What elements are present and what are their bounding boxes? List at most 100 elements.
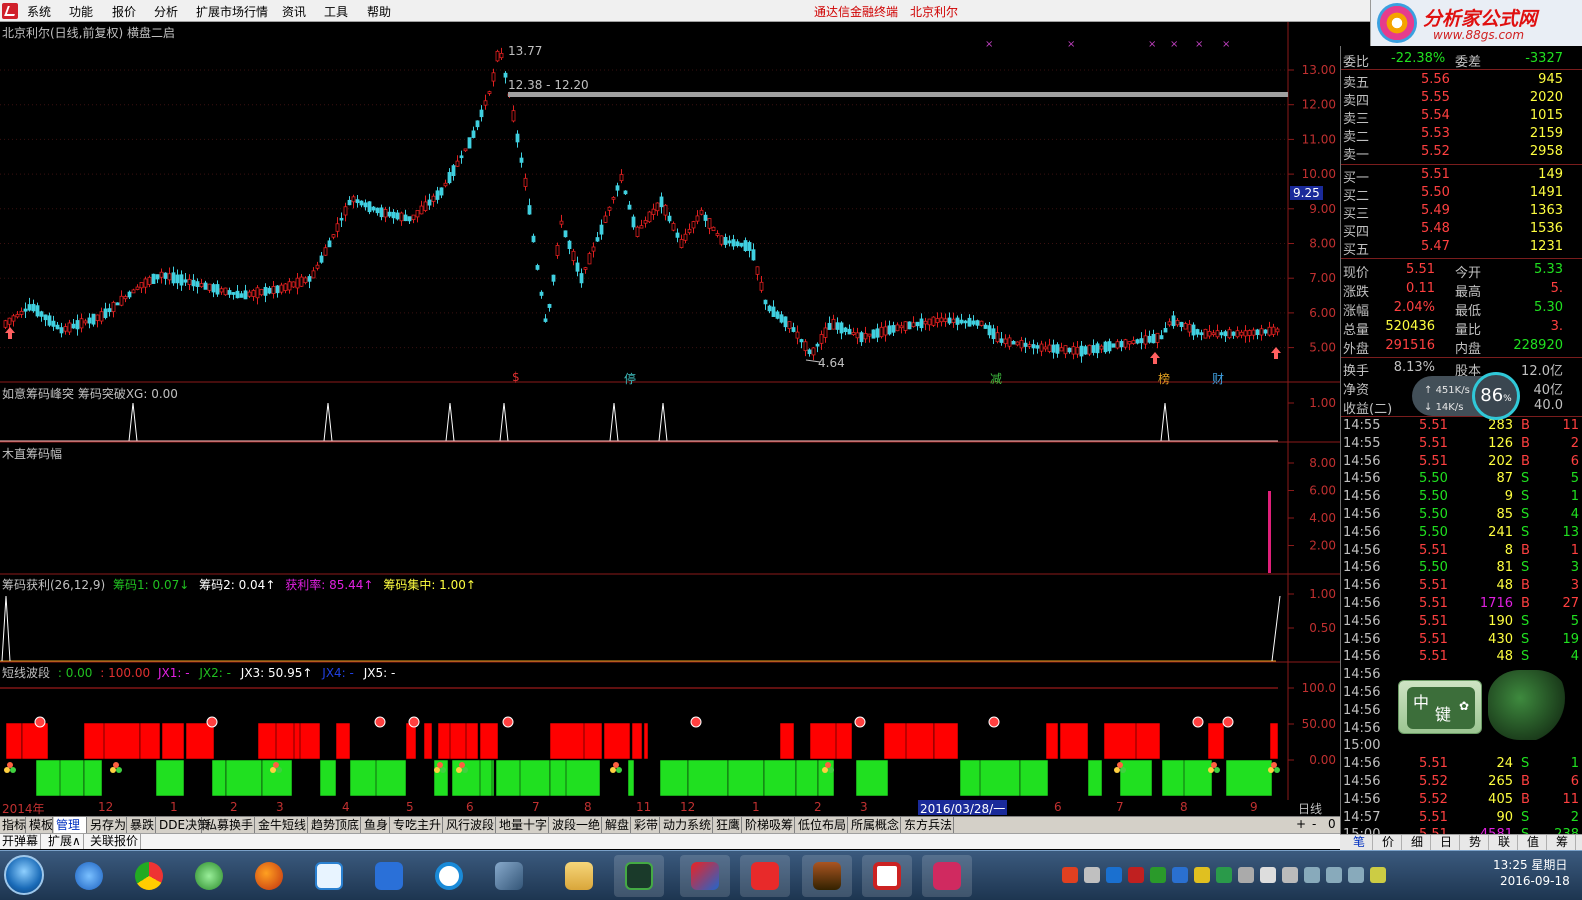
chrome-icon[interactable] — [124, 855, 174, 897]
menu-system[interactable]: 系统 — [27, 3, 51, 20]
panel5-item: : 0.00 — [57, 666, 93, 680]
tab-indicator[interactable]: 彩带 — [632, 817, 660, 833]
image-app-icon[interactable] — [802, 855, 852, 897]
quote-panel-tab[interactable]: 联 — [1491, 835, 1518, 850]
tab-indicator[interactable]: 动力系统 — [661, 817, 713, 833]
tray-app-icon[interactable] — [1194, 867, 1210, 883]
tray-display-icon[interactable] — [1304, 867, 1320, 883]
sogou-icon[interactable] — [1062, 867, 1078, 883]
q-app-icon[interactable] — [424, 855, 474, 897]
pen-app-icon[interactable] — [364, 855, 414, 897]
tray-flag-icon[interactable] — [1282, 867, 1298, 883]
tray-app-icon[interactable] — [1216, 867, 1232, 883]
candle-body — [247, 291, 252, 297]
tab-indicator[interactable]: 狂鹰 — [714, 817, 742, 833]
ie-icon[interactable] — [64, 855, 114, 897]
tab-related-quote[interactable]: 关联报价 — [88, 834, 142, 849]
cloud-icon[interactable] — [304, 855, 354, 897]
app-logo-icon[interactable] — [2, 3, 18, 19]
tray-app-icon[interactable] — [1128, 867, 1144, 883]
tray-app-icon[interactable] — [1260, 867, 1276, 883]
bird-app-icon[interactable] — [484, 855, 534, 897]
tick-row: 14:56 5.50 85 S 4 — [1341, 507, 1582, 525]
tdx-app-icon[interactable] — [614, 855, 664, 897]
tab-indicator[interactable]: 波段一绝 — [550, 817, 602, 833]
tab-indicator[interactable]: 地量十字 — [497, 817, 549, 833]
tab-indicator[interactable]: 所属概念 — [849, 817, 901, 833]
red-app-icon[interactable] — [862, 855, 912, 897]
tray-volume-icon[interactable] — [1348, 867, 1364, 883]
tab-indicator[interactable]: 鱼身 — [362, 817, 390, 833]
quote-panel-tab[interactable]: 日 — [1433, 835, 1460, 850]
ime-key[interactable]: 键 — [1435, 701, 1451, 725]
network-speed-widget[interactable]: ↑ 451K/s ↓ 14K/s 86% — [1412, 372, 1564, 420]
tray-shield-icon[interactable] — [1172, 867, 1188, 883]
tab-indicator[interactable]: 风行波段 — [444, 817, 496, 833]
tab-indicator[interactable]: 专吃主升 — [391, 817, 443, 833]
tray-app-icon[interactable] — [1150, 867, 1166, 883]
tick-list[interactable]: 14:55 5.51 283 B 11 14:55 5.51 126 B 2 14:56 5.51 20… — [1341, 418, 1582, 842]
menu-function[interactable]: 功能 — [69, 3, 93, 20]
tab-expand[interactable]: 扩展∧ — [46, 834, 84, 849]
quote-panel-tab[interactable]: 值 — [1520, 835, 1547, 850]
quote-panel-tab[interactable]: 价 — [1375, 835, 1402, 850]
tab-indicator[interactable]: DDE决策 — [157, 817, 209, 833]
tab-indicator[interactable]: 解盘 — [603, 817, 631, 833]
ime-panel[interactable]: 中 键 ✿ — [1407, 687, 1475, 729]
menu-analysis[interactable]: 分析 — [154, 3, 178, 20]
zoom-button[interactable]: + — [1296, 817, 1306, 831]
firefox-icon[interactable] — [244, 855, 294, 897]
quote-panel-tab[interactable]: 笔 — [1346, 835, 1373, 850]
zoom-button[interactable]: 0 — [1328, 817, 1336, 831]
ime-settings-icon[interactable]: ✿ — [1459, 699, 1469, 713]
tray-app-icon[interactable] — [1370, 867, 1386, 883]
tray-app-icon[interactable] — [1084, 867, 1100, 883]
ime-toolbar[interactable]: 中 键 ✿ — [1398, 680, 1482, 734]
tick-row: 14:56 5.51 202 B 6 — [1341, 454, 1582, 472]
tick-row: 14:56 5.50 81 S 3 — [1341, 560, 1582, 578]
chart-canvas[interactable]: 13.00 12.00 11.00 10.00 9.00 8.00 7.00 6.00 5.00… — [0, 22, 1340, 800]
period-label[interactable]: 日线 — [1298, 800, 1322, 817]
zoom-button[interactable]: - — [1312, 817, 1316, 831]
clock-time[interactable]: 13:25 星期日 — [1493, 856, 1567, 873]
quote-panel-tab[interactable]: 筹 — [1549, 835, 1576, 850]
tab-indicator[interactable]: 模板 — [27, 817, 53, 833]
green-browser-icon[interactable] — [184, 855, 234, 897]
tab-indicator[interactable]: 趋势顶底 — [309, 817, 361, 833]
tab-indicator[interactable]: 阶梯吸筹 — [743, 817, 795, 833]
tab-indicator[interactable]: 暴跌 — [128, 817, 156, 833]
menu-news[interactable]: 资讯 — [282, 3, 306, 20]
menu-tools[interactable]: 工具 — [324, 3, 348, 20]
folder-icon[interactable] — [554, 855, 604, 897]
tray-app-icon[interactable] — [1238, 867, 1254, 883]
tab-indicator[interactable]: 低位布局 — [796, 817, 848, 833]
tab-indicator[interactable]: 指标 — [0, 817, 26, 833]
candle-body — [63, 326, 68, 332]
tab-indicator[interactable]: 管理 — [54, 817, 87, 833]
tray-network-icon[interactable] — [1326, 867, 1342, 883]
ime-mode[interactable]: 中 — [1413, 689, 1429, 713]
menu-quote[interactable]: 报价 — [112, 3, 136, 20]
bid-volume: 1231 — [1529, 239, 1563, 254]
tab-danmaku[interactable]: 开弹幕 — [0, 834, 42, 849]
tray-app-icon[interactable] — [1106, 867, 1122, 883]
quote-panel-tab[interactable]: 势 — [1462, 835, 1489, 850]
tab-indicator[interactable]: 私募换手 — [203, 817, 255, 833]
tab-indicator[interactable]: 东方兵法 — [902, 817, 954, 833]
menu-help[interactable]: 帮助 — [367, 3, 391, 20]
candle-body — [211, 284, 216, 293]
chart-area[interactable]: 13.00 12.00 11.00 10.00 9.00 8.00 7.00 6.00 5.00… — [0, 22, 1340, 817]
clock-date[interactable]: 2016-09-18 — [1500, 874, 1570, 888]
wave-block-red — [161, 722, 185, 760]
quote-panel-tab[interactable]: 细 — [1404, 835, 1431, 850]
tab-indicator[interactable]: 金牛短线 — [256, 817, 308, 833]
finance-app-icon[interactable] — [680, 855, 730, 897]
pink-app-icon[interactable] — [922, 855, 972, 897]
start-button[interactable] — [4, 855, 44, 895]
tab-indicator[interactable]: 另存为 — [88, 817, 127, 833]
candle-body — [127, 291, 132, 298]
x-axis-label: 12 — [98, 800, 114, 814]
sell-ball-icon — [34, 716, 46, 728]
stock-app-icon[interactable] — [740, 855, 790, 897]
menu-extended-market[interactable]: 扩展市场行情 — [196, 3, 268, 20]
